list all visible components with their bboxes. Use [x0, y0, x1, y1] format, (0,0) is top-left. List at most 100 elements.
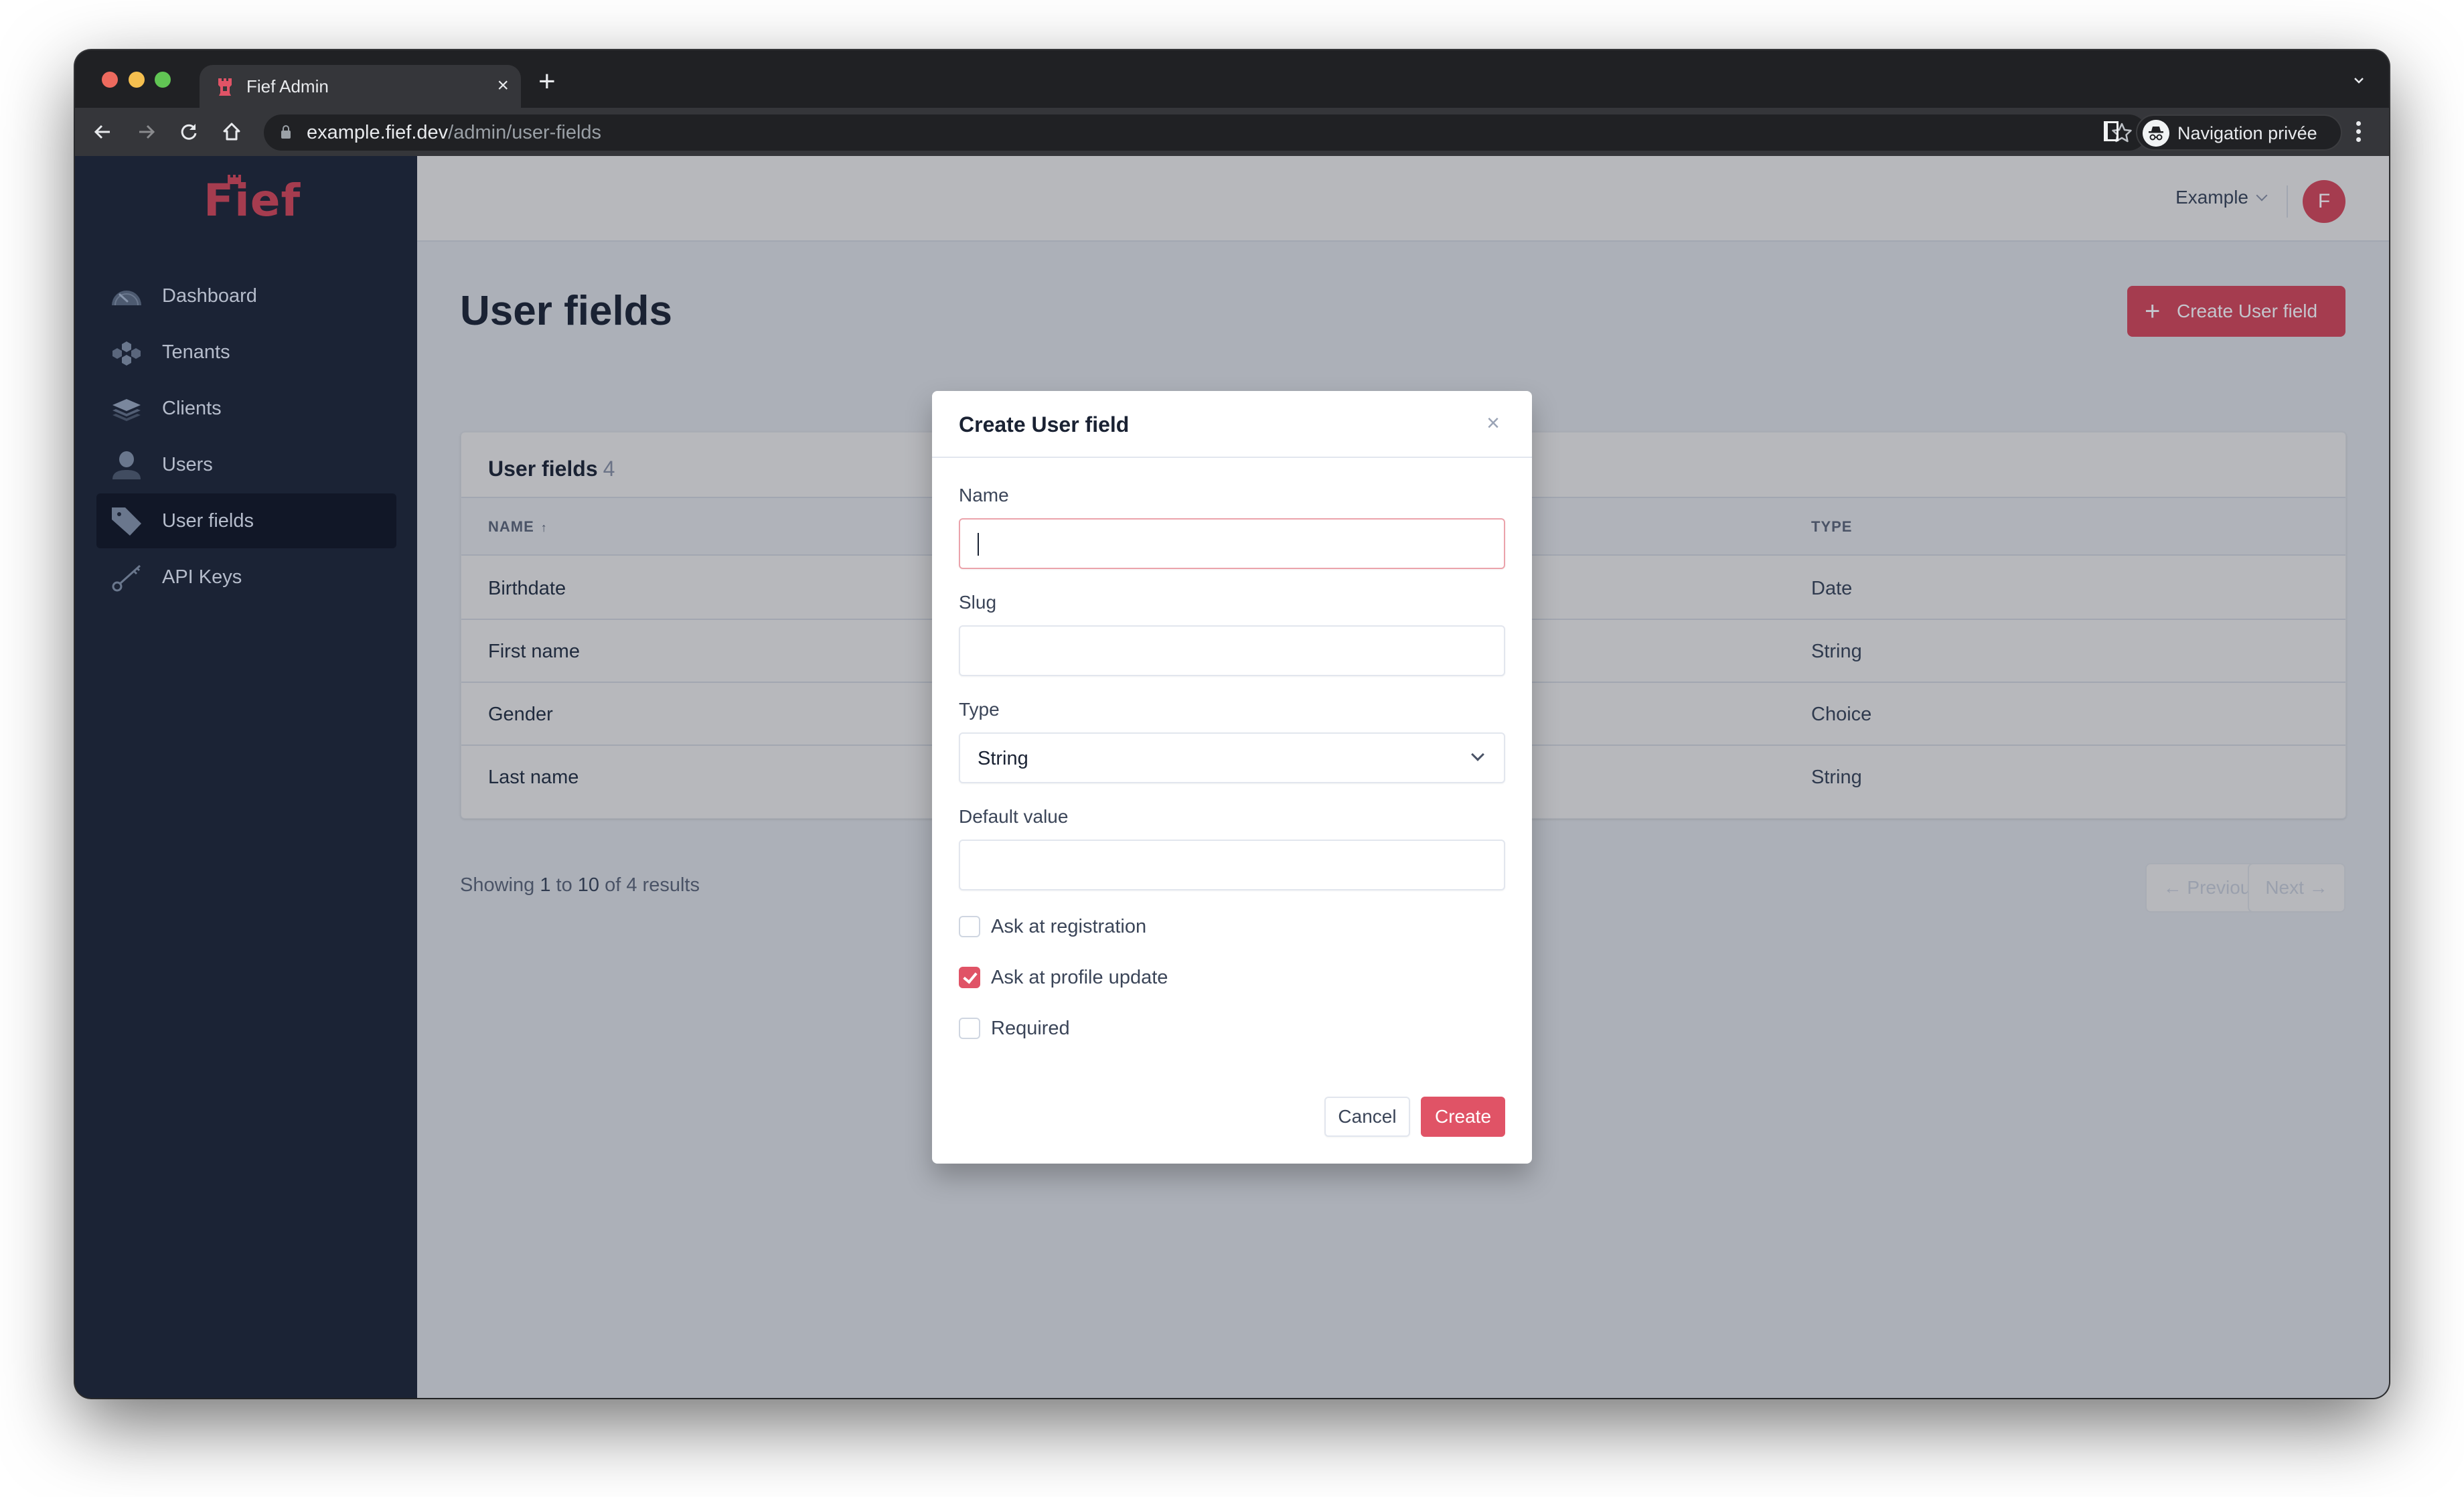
- text-caret: [978, 533, 979, 556]
- type-select[interactable]: String: [959, 732, 1505, 783]
- browser-toolbar: example.fief.dev/admin/user-fields Navig…: [75, 108, 2389, 156]
- tab-bar: Fief Admin × +: [75, 50, 2389, 108]
- modal-title: Create User field: [959, 412, 1130, 437]
- chevron-down-icon: [1471, 748, 1484, 761]
- home-icon[interactable]: [218, 119, 245, 145]
- cell-name: Last name: [488, 767, 579, 788]
- pagination-summary: Showing 1 to 10 of 4 results: [460, 874, 700, 896]
- sidebar-nav: Dashboard Tenants Clients Users User fie…: [96, 268, 396, 606]
- incognito-icon: [2143, 120, 2169, 147]
- cell-type: String: [1811, 641, 1862, 662]
- ask-at-profile-update-label: Ask at profile update: [991, 967, 1168, 988]
- sidebar-item-users[interactable]: Users: [96, 437, 396, 492]
- name-field[interactable]: [959, 518, 1505, 569]
- workspace-name: Example: [2175, 187, 2248, 208]
- sidebar-item-api-keys[interactable]: API Keys: [96, 550, 396, 605]
- name-label: Name: [959, 485, 1009, 505]
- reload-icon[interactable]: [175, 119, 202, 145]
- url-path: /admin/user-fields: [448, 122, 602, 143]
- required-label: Required: [991, 1018, 1070, 1039]
- type-select-value: String: [978, 748, 1028, 769]
- tab-close-icon[interactable]: ×: [497, 74, 509, 97]
- cell-name: Gender: [488, 704, 553, 725]
- tab-title: Fief Admin: [246, 76, 329, 96]
- fief-logo[interactable]: Fief: [204, 175, 301, 226]
- api-keys-key-icon: [112, 564, 141, 592]
- pagination-total: 4: [626, 874, 637, 896]
- tenants-cubes-icon: [112, 341, 141, 366]
- dashboard-gauge-icon: [112, 291, 141, 306]
- default-value-field[interactable]: [959, 840, 1505, 890]
- cell-name: First name: [488, 641, 580, 662]
- plus-icon: +: [2145, 297, 2161, 326]
- chevron-down-icon: [2256, 189, 2268, 202]
- card-title: User fields 4: [488, 457, 615, 481]
- slug-field[interactable]: [959, 625, 1505, 676]
- user-avatar[interactable]: F: [2303, 180, 2345, 223]
- sidebar-item-user-fields[interactable]: User fields: [96, 493, 396, 548]
- pagination-to: 10: [577, 874, 600, 896]
- default-value-label: Default value: [959, 806, 1069, 827]
- logo-crown-icon: [228, 175, 241, 184]
- back-arrow-icon[interactable]: [90, 119, 117, 145]
- incognito-label: Navigation privée: [2177, 123, 2317, 143]
- pagination-from: 1: [540, 874, 551, 896]
- sidebar-item-label: Clients: [162, 398, 222, 419]
- column-name-label: NAME: [488, 518, 534, 535]
- incognito-indicator[interactable]: Navigation privée: [2136, 114, 2342, 151]
- column-header-type[interactable]: TYPE: [1811, 518, 1852, 536]
- sidebar-item-label: User fields: [162, 510, 254, 532]
- card-title-text: User fields: [488, 457, 598, 481]
- create-user-field-label: Create User field: [2177, 301, 2318, 321]
- cell-type: Choice: [1811, 704, 1872, 725]
- top-header: Example F: [417, 156, 2389, 242]
- ask-at-profile-update-checkbox[interactable]: [959, 967, 980, 988]
- sort-ascending-icon: ↑: [540, 521, 548, 534]
- minimize-window-button[interactable]: [129, 72, 145, 88]
- next-page-button[interactable]: Next →: [2248, 863, 2345, 913]
- header-divider: [2287, 185, 2288, 218]
- side-panel-icon[interactable]: [2104, 121, 2119, 141]
- workspace-selector[interactable]: Example: [2175, 185, 2268, 210]
- zoom-window-button[interactable]: [155, 72, 171, 88]
- sidebar-item-label: Tenants: [162, 341, 230, 363]
- clients-layers-icon: [112, 399, 141, 421]
- sidebar-item-label: Users: [162, 454, 213, 475]
- sidebar-item-tenants[interactable]: Tenants: [96, 325, 396, 380]
- card-count-badge: 4: [603, 457, 615, 481]
- url-host: example.fief.dev: [307, 122, 449, 143]
- sidebar-item-clients[interactable]: Clients: [96, 381, 396, 436]
- cell-type: Date: [1811, 578, 1853, 599]
- close-window-button[interactable]: [102, 72, 118, 88]
- url-text: example.fief.dev/admin/user-fields: [307, 121, 601, 144]
- slug-label: Slug: [959, 592, 997, 613]
- lock-icon: [281, 125, 291, 139]
- users-person-icon: [112, 451, 141, 479]
- sidebar-item-label: API Keys: [162, 566, 242, 588]
- pagination-of-word: of: [605, 874, 621, 896]
- sidebar-item-dashboard[interactable]: Dashboard: [96, 268, 396, 323]
- create-user-field-button[interactable]: + Create User field: [2127, 286, 2345, 337]
- new-tab-button[interactable]: +: [538, 67, 556, 96]
- create-button[interactable]: Create: [1421, 1097, 1505, 1137]
- create-user-field-modal: Create User field × Name Slug Type Strin…: [932, 391, 1532, 1164]
- type-label: Type: [959, 699, 1000, 720]
- sidebar: Fief Dashboard Tenants Clients Users Use…: [75, 156, 417, 1398]
- modal-header: Create User field ×: [932, 391, 1532, 458]
- forward-arrow-icon[interactable]: [133, 119, 159, 145]
- page-title: User fields: [460, 288, 673, 334]
- sidebar-item-label: Dashboard: [162, 285, 257, 307]
- tab-search-chevron-icon[interactable]: [2353, 74, 2365, 86]
- user-fields-tag-icon: [112, 507, 141, 536]
- column-header-name[interactable]: NAME ↑: [488, 518, 548, 536]
- fief-favicon-icon: [218, 78, 232, 96]
- cancel-button[interactable]: Cancel: [1324, 1097, 1410, 1137]
- browser-menu-icon[interactable]: [2352, 119, 2365, 145]
- browser-tab[interactable]: Fief Admin ×: [200, 65, 521, 108]
- address-bar[interactable]: example.fief.dev/admin/user-fields: [264, 114, 2147, 151]
- close-icon[interactable]: ×: [1480, 410, 1507, 437]
- pagination-prefix: Showing: [460, 874, 535, 896]
- cell-name: Birthdate: [488, 578, 566, 599]
- required-checkbox[interactable]: [959, 1018, 980, 1039]
- ask-at-registration-checkbox[interactable]: [959, 916, 980, 937]
